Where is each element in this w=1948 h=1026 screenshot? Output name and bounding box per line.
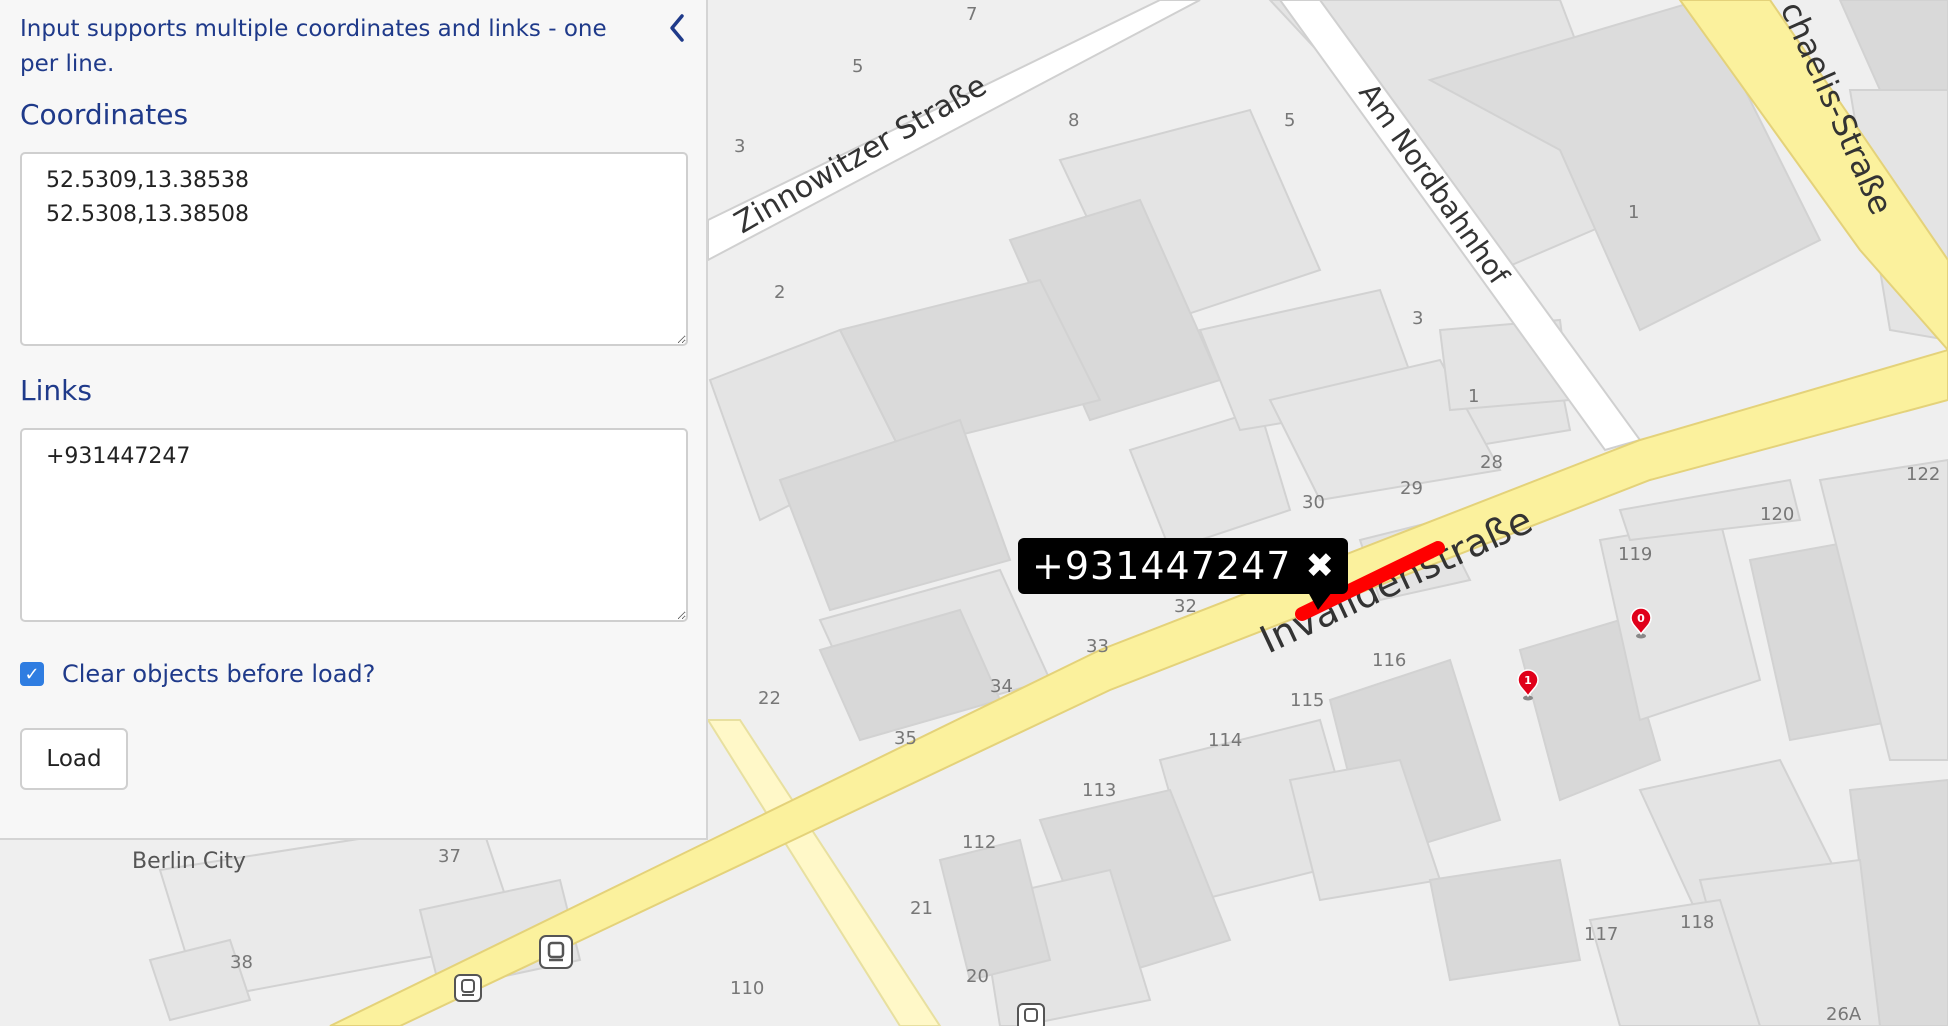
links-title: Links bbox=[20, 374, 92, 407]
house-number: 35 bbox=[894, 728, 917, 749]
house-number: 116 bbox=[1372, 650, 1406, 671]
house-number: 30 bbox=[1302, 492, 1325, 513]
popup-tail bbox=[1308, 592, 1332, 610]
transit-stop-icon[interactable] bbox=[454, 974, 482, 1002]
house-number: 1 bbox=[1628, 202, 1639, 223]
house-number: 34 bbox=[990, 676, 1013, 697]
clear-objects-row[interactable]: ✓ Clear objects before load? bbox=[20, 660, 375, 688]
area-label-berlin-city: Berlin City bbox=[132, 849, 246, 874]
transit-stop-icon[interactable] bbox=[1017, 1003, 1045, 1026]
house-number: 2 bbox=[774, 282, 785, 303]
side-panel: Input supports multiple coordinates and … bbox=[0, 0, 708, 840]
house-number: 5 bbox=[1284, 110, 1295, 131]
house-number: 122 bbox=[1906, 464, 1940, 485]
house-number: 118 bbox=[1680, 912, 1714, 933]
coordinates-textarea[interactable] bbox=[20, 152, 688, 346]
links-textarea[interactable] bbox=[20, 428, 688, 622]
panel-intro-text: Input supports multiple coordinates and … bbox=[20, 16, 607, 77]
house-number: 38 bbox=[230, 952, 253, 973]
house-number: 3 bbox=[734, 136, 745, 157]
house-number: 22 bbox=[758, 688, 781, 709]
clear-objects-checkbox[interactable]: ✓ bbox=[20, 662, 44, 686]
house-number: 37 bbox=[438, 846, 461, 867]
house-number: 110 bbox=[730, 978, 764, 999]
clear-objects-label[interactable]: Clear objects before load? bbox=[62, 660, 375, 688]
house-number: 33 bbox=[1086, 636, 1109, 657]
house-number: 28 bbox=[1480, 452, 1503, 473]
house-number: 26A bbox=[1826, 1004, 1862, 1025]
house-number: 1 bbox=[1468, 386, 1479, 407]
house-number: 21 bbox=[910, 898, 933, 919]
close-icon[interactable]: ✖ bbox=[1305, 546, 1334, 586]
house-number: 3 bbox=[1412, 308, 1423, 329]
house-number: 20 bbox=[966, 966, 989, 987]
house-number: 114 bbox=[1208, 730, 1242, 751]
house-number: 5 bbox=[852, 56, 863, 77]
popup-text: +931447247 bbox=[1032, 544, 1292, 588]
chevron-left-icon[interactable] bbox=[664, 10, 692, 46]
marker-label: 1 bbox=[1524, 674, 1532, 687]
coordinates-title: Coordinates bbox=[20, 98, 189, 131]
house-number: 7 bbox=[966, 4, 977, 25]
house-number: 115 bbox=[1290, 690, 1324, 711]
house-number: 120 bbox=[1760, 504, 1794, 525]
house-number: 112 bbox=[962, 832, 996, 853]
house-number: 32 bbox=[1174, 596, 1197, 617]
house-number: 29 bbox=[1400, 478, 1423, 499]
house-number: 119 bbox=[1618, 544, 1652, 565]
transit-stop-icon[interactable] bbox=[539, 935, 573, 969]
house-number: 113 bbox=[1082, 780, 1116, 801]
house-number: 8 bbox=[1068, 110, 1079, 131]
marker-label: 0 bbox=[1637, 612, 1645, 625]
house-number: 117 bbox=[1584, 924, 1618, 945]
link-popup: +931447247 ✖ bbox=[1018, 538, 1348, 610]
load-button[interactable]: Load bbox=[20, 728, 128, 790]
